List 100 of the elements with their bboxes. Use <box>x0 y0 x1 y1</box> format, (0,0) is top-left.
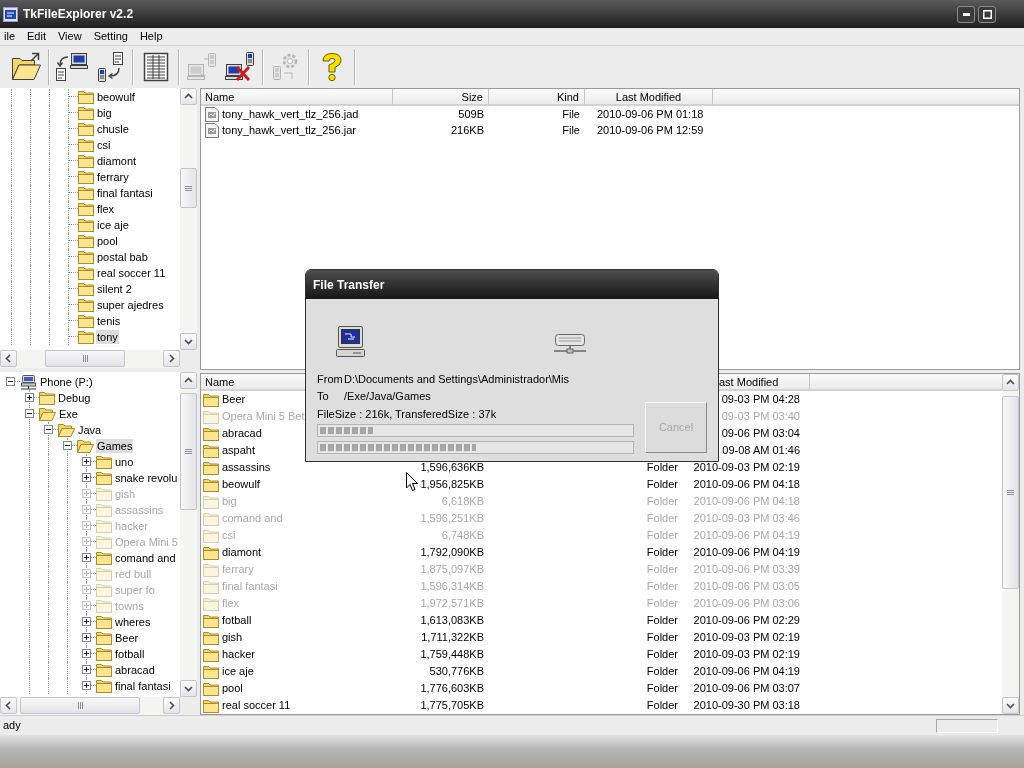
folder-name[interactable]: fotball <box>222 612 252 629</box>
tree-item[interactable]: Games <box>96 439 134 453</box>
menu-item[interactable]: View <box>52 28 88 45</box>
menu-item[interactable]: Setting <box>87 28 134 45</box>
vertical-scrollbar[interactable] <box>1002 374 1019 714</box>
scrollbar-thumb[interactable] <box>180 393 197 510</box>
scrollbar-thumb[interactable] <box>1002 396 1019 589</box>
expand-icon[interactable] <box>82 633 91 642</box>
tree-item[interactable]: final fantasi <box>114 679 172 693</box>
folder-icon <box>203 647 219 662</box>
tree-item[interactable]: real soccer 11 <box>96 266 167 280</box>
file-name[interactable]: tony_hawk_vert_tlz_256.jar <box>222 121 356 139</box>
minimize-button[interactable] <box>957 5 975 23</box>
expand-icon[interactable] <box>82 553 91 562</box>
folder-name[interactable]: abracad <box>222 425 262 442</box>
tree-item[interactable]: Java <box>77 423 103 437</box>
tree-item[interactable]: pool <box>96 234 119 248</box>
maximize-button[interactable] <box>978 5 996 23</box>
scroll-left-button[interactable] <box>0 697 17 714</box>
menu-item[interactable]: Edit <box>21 28 52 45</box>
tree-item[interactable]: ice aje <box>96 218 130 232</box>
tree-item[interactable]: Debug <box>57 391 92 405</box>
column-header[interactable]: Size <box>393 89 489 106</box>
folder-name[interactable]: Beer <box>222 391 246 408</box>
scroll-up-button[interactable] <box>1002 374 1019 391</box>
collapse-icon[interactable] <box>63 441 72 450</box>
folder-name[interactable]: pool <box>222 680 243 697</box>
expand-icon[interactable] <box>82 665 91 674</box>
tree-item[interactable]: Beer <box>114 631 140 645</box>
tree-item[interactable]: silent 2 <box>96 282 133 296</box>
tree-item[interactable]: chusle <box>96 122 130 136</box>
tree-item[interactable]: fotball <box>114 647 146 661</box>
menu-item[interactable]: Help <box>133 28 169 45</box>
tree-item[interactable]: Exe <box>58 407 79 421</box>
tree-item[interactable]: tony <box>96 330 119 344</box>
collapse-icon[interactable] <box>44 425 53 434</box>
computer-phone-icon <box>186 51 218 83</box>
horizontal-scrollbar[interactable] <box>0 697 180 715</box>
modified-date: 09-03 PM 04:28 <box>721 392 800 408</box>
tree-item[interactable]: beowulf <box>96 90 136 104</box>
scrollbar-thumb[interactable] <box>20 697 140 714</box>
tree-item[interactable]: tenis <box>96 314 122 328</box>
scroll-right-button[interactable] <box>163 697 180 714</box>
tree-item[interactable]: diamont <box>96 154 138 168</box>
folder-icon <box>96 487 112 501</box>
column-header[interactable]: Kind <box>489 89 585 106</box>
folder-name[interactable]: hacker <box>222 646 256 663</box>
scrollbar-thumb[interactable] <box>45 350 125 367</box>
folder-icon <box>96 455 112 469</box>
folder-name[interactable]: aspaht <box>222 442 256 459</box>
grip-icon <box>77 702 83 709</box>
column-header[interactable]: Last Modified <box>585 89 713 106</box>
tree-item[interactable]: uno <box>114 455 135 469</box>
scroll-down-button[interactable] <box>180 680 197 697</box>
horizontal-scrollbar[interactable] <box>0 350 180 368</box>
mouse-pointer-icon <box>406 472 418 491</box>
modified-date: 2010-09-06 PM 04:19 <box>693 528 800 544</box>
folder-name[interactable]: ice aje <box>222 663 254 680</box>
tree-item[interactable]: final fantasi <box>96 186 154 200</box>
chevron-right-icon <box>166 700 177 711</box>
scroll-down-button[interactable] <box>1002 697 1019 714</box>
expand-icon[interactable] <box>82 649 91 658</box>
folder-name[interactable]: gish <box>222 629 243 646</box>
vertical-scrollbar[interactable] <box>180 372 197 697</box>
tree-item[interactable]: comand and <box>114 551 177 565</box>
tree-item[interactable]: super ajedres <box>96 298 165 312</box>
tree-item[interactable]: Phone (P:) <box>39 375 94 389</box>
tree-item[interactable]: flex <box>96 202 116 216</box>
tree-item[interactable]: wheres <box>114 615 152 629</box>
scroll-right-button[interactable] <box>163 350 180 367</box>
folder-name[interactable]: real soccer 11 <box>222 697 291 714</box>
vertical-scrollbar[interactable] <box>180 88 197 350</box>
folder-kind: Folder <box>646 579 678 595</box>
folder-icon <box>78 250 94 264</box>
expand-icon[interactable] <box>82 473 91 482</box>
collapse-icon[interactable] <box>6 377 15 386</box>
tree-item[interactable]: abracad <box>114 663 156 677</box>
scroll-left-button[interactable] <box>0 350 17 367</box>
scroll-down-button[interactable] <box>180 333 197 350</box>
collapse-icon[interactable] <box>25 409 34 418</box>
expand-icon[interactable] <box>82 681 91 690</box>
folder-name[interactable]: assassins <box>222 459 271 476</box>
tree-item[interactable]: postal bab <box>96 250 149 264</box>
tree-item[interactable]: big <box>96 106 113 120</box>
scroll-up-button[interactable] <box>180 372 197 389</box>
column-header[interactable]: Name <box>201 89 393 106</box>
folder-name[interactable]: diamont <box>222 544 262 561</box>
expand-icon[interactable] <box>82 617 91 626</box>
tree-item[interactable]: ferrary <box>96 170 130 184</box>
tree-item[interactable]: snake revolu <box>114 471 179 485</box>
expand-icon[interactable] <box>82 457 91 466</box>
expand-icon[interactable] <box>25 393 34 402</box>
file-name[interactable]: tony_hawk_vert_tlz_256.jad <box>222 105 359 123</box>
scrollbar-thumb[interactable] <box>180 168 197 208</box>
folder-name[interactable]: beowulf <box>222 476 260 493</box>
modified-date: 2010-09-06 PM 03:06 <box>693 596 800 612</box>
scroll-up-button[interactable] <box>180 88 197 105</box>
file-icon <box>205 122 219 138</box>
menu-item[interactable]: ile <box>0 28 21 45</box>
tree-item[interactable]: csi <box>96 138 112 152</box>
